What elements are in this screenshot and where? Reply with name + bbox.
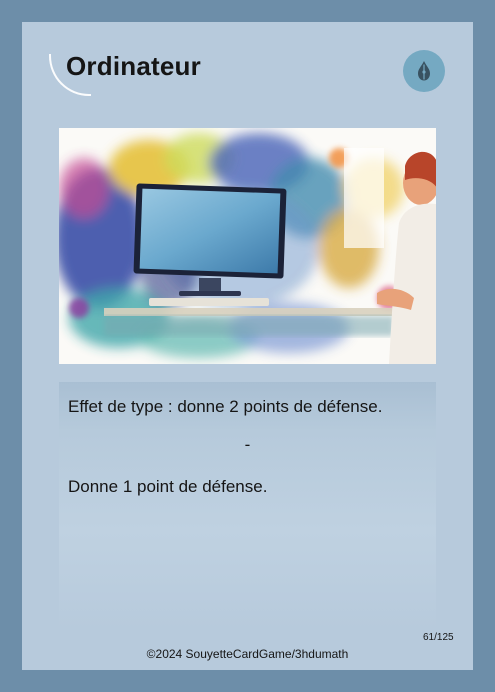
computer-illustration: [59, 128, 436, 364]
effect-separator: -: [244, 435, 251, 454]
copyright-notice: ©2024 SouyetteCardGame/3hdumath: [146, 647, 349, 661]
card-title: Ordinateur: [66, 51, 201, 81]
type-badge: [403, 50, 445, 92]
card-artwork: [59, 128, 436, 364]
bonus-description: Donne 1 point de défense.: [68, 477, 268, 496]
effect-description: Effet de type : donne 2 points de défens…: [68, 397, 383, 416]
game-card: Ordinateur Effet de type: donne 2 point…: [22, 22, 473, 670]
effect-panel: [59, 382, 436, 630]
card-number: 61/125: [423, 632, 454, 643]
ink-drop-icon: [418, 61, 430, 81]
